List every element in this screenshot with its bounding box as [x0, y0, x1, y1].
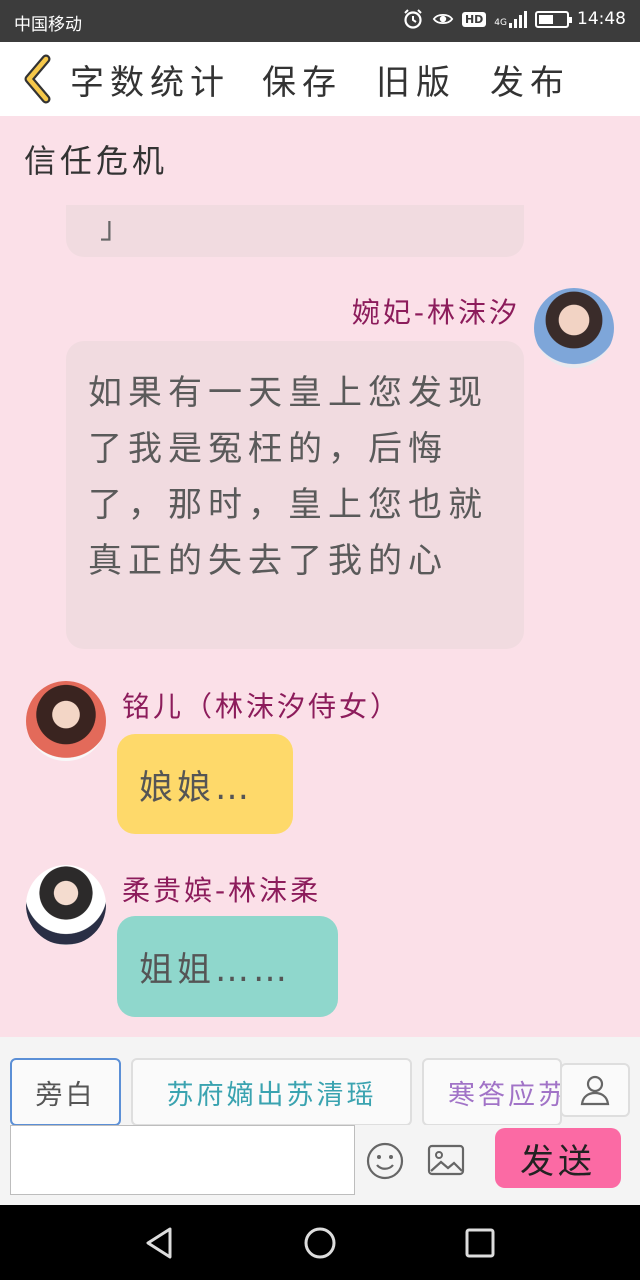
role-selector: 旁白 苏府嫡出苏清瑶 寒答应苏 [0, 1037, 640, 1126]
publish-button[interactable]: 发布 [490, 55, 570, 104]
message-text: 如果有一天皇上您发现了我是冤枉的，后悔了，那时，皇上您也就真正的失去了我的心 [88, 373, 488, 581]
input-bar: 发送 [0, 1125, 640, 1205]
speaker-name: 铭儿（林沫汐侍女） [122, 690, 402, 723]
message-bubble[interactable]: 娘娘… [117, 734, 293, 834]
message-text: 娘娘… [139, 767, 253, 808]
avatar[interactable] [26, 865, 106, 945]
word-count-button[interactable]: 字数统计 [70, 55, 230, 104]
role-chip-su-qingyao[interactable]: 苏府嫡出苏清瑶 [131, 1058, 412, 1126]
message-bubble[interactable]: 」 [66, 205, 524, 257]
emoji-icon[interactable] [365, 1141, 405, 1181]
image-icon[interactable] [427, 1143, 465, 1177]
alarm-icon [402, 8, 424, 30]
avatar[interactable] [26, 681, 106, 761]
signal-icon: 4G [494, 10, 527, 28]
old-version-button[interactable]: 旧版 [376, 55, 456, 104]
network-label: 4G [494, 17, 507, 28]
role-chip-han[interactable]: 寒答应苏 [422, 1058, 562, 1126]
send-button[interactable]: 发送 [495, 1128, 621, 1188]
chat-area[interactable]: 」 婉妃-林沫汐 如果有一天皇上您发现了我是冤枉的，后悔了，那时，皇上您也就真正… [0, 205, 640, 1037]
system-nav-bar [0, 1205, 640, 1280]
message-input[interactable] [10, 1125, 355, 1195]
speaker-name: 柔贵嫔-林沫柔 [122, 874, 322, 907]
eye-icon [432, 8, 454, 30]
story-title[interactable]: 信任危机 [24, 136, 168, 182]
status-bar: 中国移动 HD 4G 14:48 [0, 0, 640, 42]
status-icons: HD 4G 14:48 [402, 8, 626, 30]
message-text: 」 [100, 211, 130, 246]
nav-home-icon[interactable] [300, 1223, 340, 1263]
carrier-label: 中国移动 [14, 15, 82, 35]
save-button[interactable]: 保存 [262, 55, 342, 104]
top-toolbar: 字数统计 保存 旧版 发布 [0, 42, 640, 116]
message-bubble[interactable]: 姐姐…… [117, 916, 338, 1017]
nav-back-icon[interactable] [140, 1223, 180, 1263]
hd-icon: HD [461, 11, 487, 27]
speaker-name: 婉妃-林沫汐 [351, 296, 520, 329]
clock: 14:48 [577, 9, 626, 29]
person-icon[interactable] [560, 1063, 630, 1117]
chevron-left-icon[interactable] [10, 42, 64, 116]
nav-recent-icon[interactable] [460, 1223, 500, 1263]
message-bubble[interactable]: 如果有一天皇上您发现了我是冤枉的，后悔了，那时，皇上您也就真正的失去了我的心 [66, 341, 524, 649]
role-chip-narration[interactable]: 旁白 [10, 1058, 121, 1126]
message-text: 姐姐…… [139, 950, 291, 990]
battery-icon [535, 10, 572, 28]
avatar[interactable] [534, 288, 614, 368]
